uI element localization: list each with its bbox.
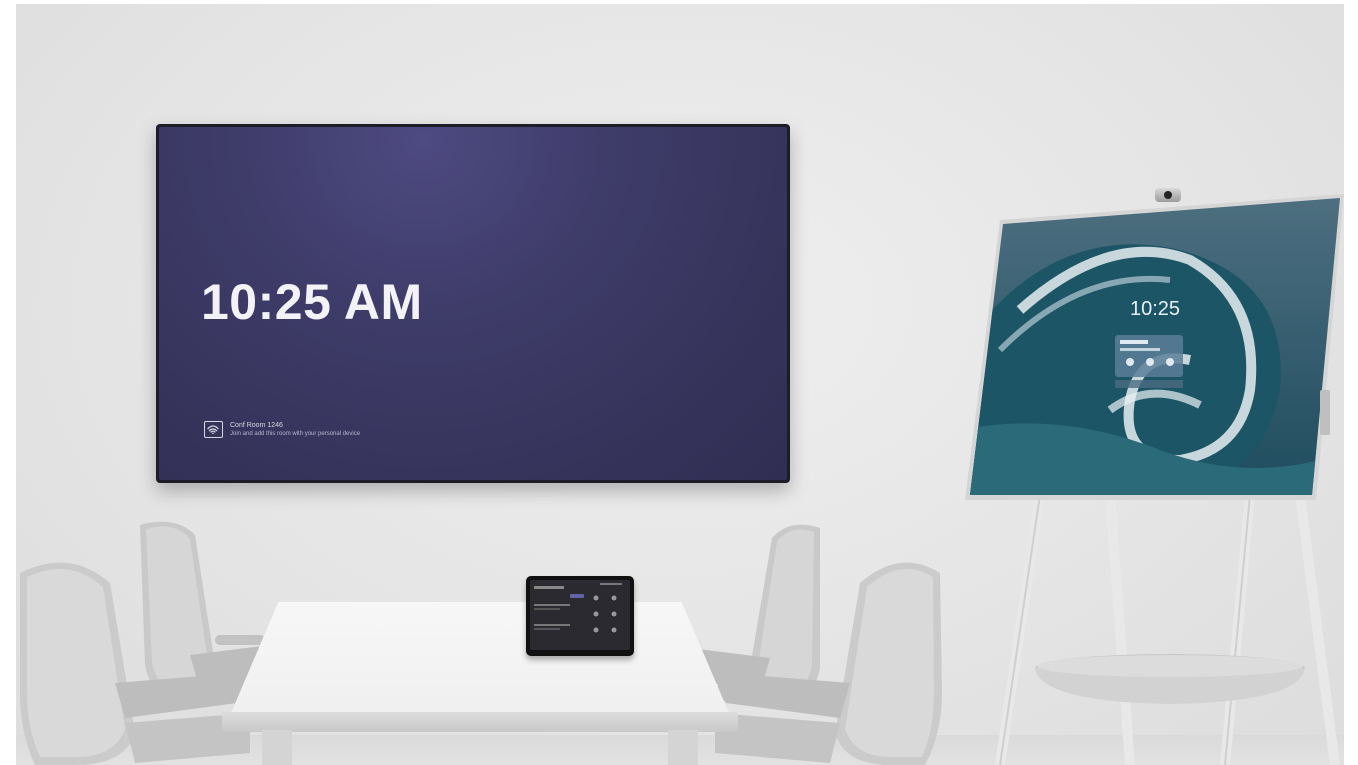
conference-table <box>228 602 732 720</box>
surface-hub-display: 10:25 <box>965 194 1344 500</box>
hub-clock: 10:25 <box>1130 298 1180 320</box>
wall-display-screen: 10:25 AM Conf Room 1246 Join and add thi… <box>159 127 787 480</box>
meeting-room-scene: 10:25 AM Conf Room 1246 Join and add thi… <box>0 0 1358 765</box>
room-info: Conf Room 1246 Join and add this room wi… <box>204 421 360 438</box>
room-name: Conf Room 1246 <box>230 422 283 429</box>
hub-stand <box>995 494 1340 765</box>
chair-front-right <box>715 562 942 765</box>
cast-icon <box>204 421 223 438</box>
room-hint: Join and add this room with your persona… <box>230 431 361 437</box>
display-clock: 10:25 AM <box>201 274 423 330</box>
table-leg-left <box>262 730 292 765</box>
table-edge <box>222 712 738 732</box>
room-console-screen <box>530 580 630 650</box>
console-ui-graphic <box>534 583 622 633</box>
room-text: Conf Room 1246 Join and add this room wi… <box>230 421 360 438</box>
room-console[interactable] <box>526 576 634 656</box>
wall-display: 10:25 AM Conf Room 1246 Join and add thi… <box>156 124 790 483</box>
table-leg-right <box>668 730 698 765</box>
chair-front-left <box>20 562 250 765</box>
